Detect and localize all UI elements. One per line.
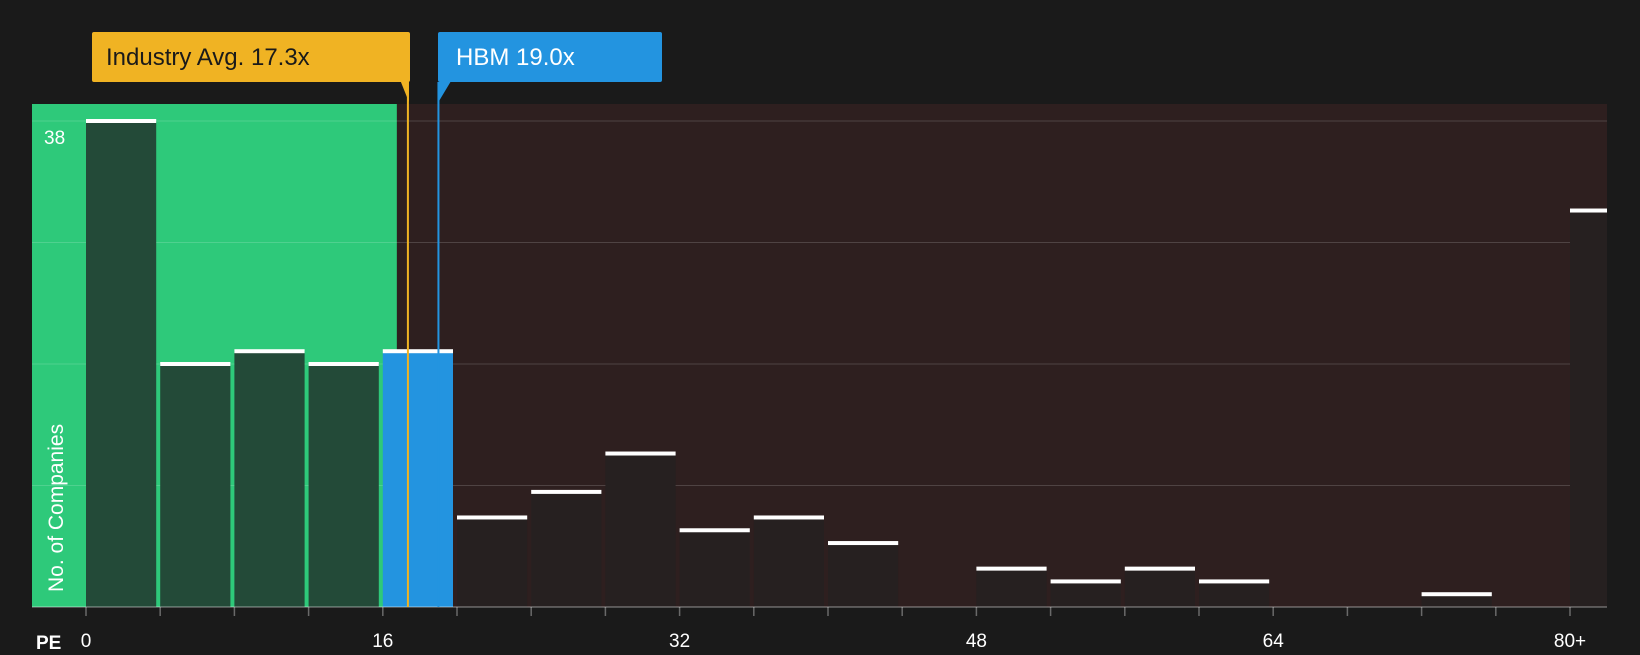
histogram-bar [1050,581,1121,607]
histogram-bar [382,351,453,607]
histogram-bar [976,568,1047,607]
histogram-bar-cap [1050,579,1121,584]
histogram-bar-cap [753,515,824,520]
histogram-bar [457,517,528,607]
x-axis: 0 16 32 48 64 80+ [32,606,1607,652]
histogram-bar [1570,210,1607,608]
x-tick-label: 48 [966,631,987,650]
histogram-bar-cap [457,515,528,520]
histogram-bar-cap [382,349,453,354]
histogram-bar [605,453,676,607]
pe-distribution-chart: 0 16 32 48 64 80+ Industry Avg. 17.3x HBM 19.0… [0,0,1640,654]
histogram-bar-cap [531,489,602,494]
histogram-bar-cap [86,119,157,123]
x-axis-label: PE [36,633,61,650]
histogram-bar-cap [605,451,676,456]
histogram-bar-cap [308,362,379,366]
company-pe-pointer [438,82,451,102]
x-tick-label: 16 [372,631,393,650]
histogram-bar [753,517,824,607]
histogram-bar-cap [1124,566,1195,571]
histogram-bar [531,491,602,607]
histogram-bar [86,121,157,607]
x-tick-label: 80+ [1554,631,1586,650]
histogram-bar-cap [828,541,899,546]
y-axis-top-label: 38 [44,128,65,149]
histogram-bar [828,543,899,607]
histogram-bar-cap [976,566,1047,571]
histogram-bar-cap [1570,208,1607,213]
histogram-bar [1199,581,1270,607]
y-axis-label: No. of Companies [45,424,68,592]
histogram-bar-cap [160,362,231,366]
histogram-bar [1124,568,1195,607]
histogram-bar [234,351,305,607]
x-tick-label: 64 [1263,631,1285,650]
company-pe-label: HBM 19.0x [456,44,575,71]
histogram-bar [308,364,379,607]
x-tick-label: 0 [81,631,92,650]
chart-svg: 0 16 32 48 64 80+ Industry Avg. 17.3x HBM 19.0… [32,32,1607,654]
histogram-bar-cap [679,528,750,533]
industry-average-label: Industry Avg. 17.3x [106,44,310,71]
histogram-bar-cap [1199,579,1270,584]
histogram-bar [160,364,231,607]
histogram-bar-cap [1421,592,1492,597]
histogram-bar-cap [234,349,305,354]
x-tick-label: 32 [669,631,690,650]
histogram-bar [679,530,750,607]
